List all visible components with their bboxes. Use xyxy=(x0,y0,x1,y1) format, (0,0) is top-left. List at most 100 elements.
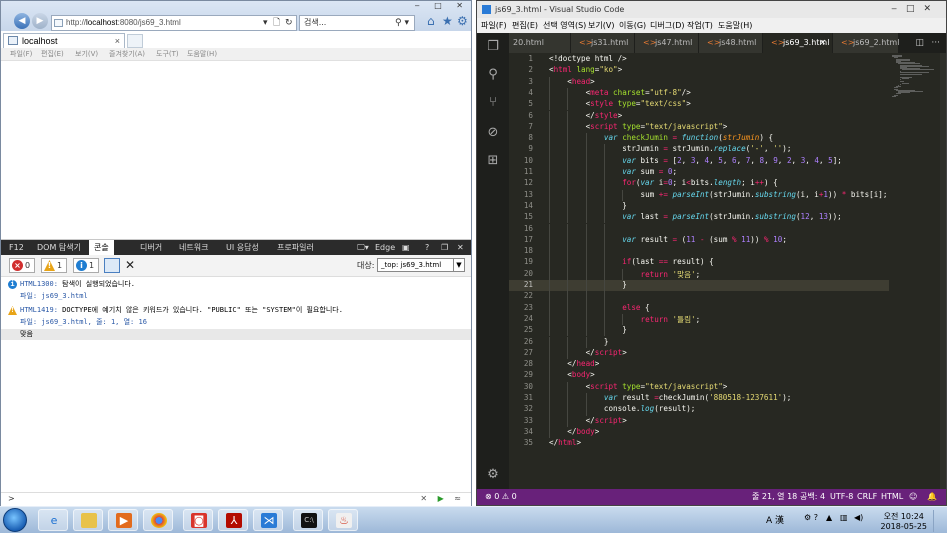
message-source[interactable]: 파일: js69_3.html xyxy=(20,291,88,301)
feedback-icon[interactable]: ☺ xyxy=(909,489,917,505)
tab-network[interactable]: 네트워크 xyxy=(179,242,208,253)
cursor-position[interactable]: 줄 21, 열 18 xyxy=(752,489,797,505)
code-line[interactable]: 10 var bits = [2, 3, 4, 5, 6, 7, 8, 9, 2,… xyxy=(509,155,889,167)
minimap[interactable] xyxy=(892,55,938,99)
code-line[interactable]: 21} xyxy=(509,280,889,292)
undock-icon[interactable]: ❐ xyxy=(441,242,448,253)
search-icon[interactable]: ⚲ xyxy=(485,67,501,83)
app-taskbar-icon[interactable]: ◙ xyxy=(183,509,213,531)
code-line[interactable]: 8 var checkJumin = function(strJumin) { xyxy=(509,133,889,145)
show-hidden-icons[interactable]: ▲ xyxy=(826,513,832,522)
code-line[interactable]: 33 </script> xyxy=(509,415,889,427)
code-line[interactable]: 25} xyxy=(509,325,889,337)
explorer-icon[interactable]: ❐ xyxy=(485,39,501,55)
address-bar[interactable]: http://localhost:8080/js69_3.html xyxy=(51,15,297,31)
forward-button[interactable]: ▶ xyxy=(32,13,48,29)
menu-help[interactable]: 도움말(H) xyxy=(718,20,752,31)
source-control-icon[interactable]: ⑂ xyxy=(485,95,501,111)
ie-taskbar-icon[interactable]: e xyxy=(38,509,68,531)
code-editor[interactable]: 1 <!doctype html /> 2 <html lang="ko"> 3 <hea… xyxy=(509,53,946,489)
search-dropdown-icon[interactable]: ▾ xyxy=(263,15,268,31)
code-line[interactable]: 32 console.log(result); xyxy=(509,404,889,416)
code-line[interactable]: 19 if(last == result) { xyxy=(509,257,889,269)
extensions-icon[interactable]: ⊞ xyxy=(485,153,501,169)
code-line[interactable]: 5 <style type="text/css"> xyxy=(509,99,889,111)
menu-tools[interactable]: 도구(T) xyxy=(156,49,179,59)
code-line[interactable]: 6 </style> xyxy=(509,110,889,122)
tab-console[interactable]: 콘솔 xyxy=(89,240,114,255)
code-line[interactable]: 20 return '맞음'; xyxy=(509,268,889,280)
code-line[interactable]: 2 <html lang="ko"> xyxy=(509,65,889,76)
code-line[interactable]: 7 <script type="text/javascript"> xyxy=(509,121,889,134)
code-line[interactable]: 35 </html> xyxy=(509,438,889,449)
help-icon[interactable]: ? xyxy=(425,242,429,253)
code-line[interactable]: 28 </head> xyxy=(509,359,889,371)
code-line[interactable]: 34 </body> xyxy=(509,426,889,439)
volume-icon[interactable]: ◀) xyxy=(854,513,863,522)
tab-debugger[interactable]: 디버거 xyxy=(140,242,162,253)
tab-ui-responsiveness[interactable]: UI 응답성 xyxy=(226,242,259,253)
java-taskbar-icon[interactable]: ♨ xyxy=(328,509,358,531)
chrome-taskbar-icon[interactable] xyxy=(143,509,173,531)
window-controls[interactable]: ‒□✕ xyxy=(891,1,940,18)
menu-favorites[interactable]: 즐겨찾기(A) xyxy=(109,49,145,59)
console-toggle-icon[interactable]: ▣ xyxy=(402,242,410,253)
code-line[interactable]: 22 xyxy=(509,291,889,303)
indentation[interactable]: 공백: 4 xyxy=(800,489,825,505)
run-icon[interactable]: ▶ xyxy=(438,494,444,503)
code-line[interactable]: 26} xyxy=(509,336,889,348)
menu-edit[interactable]: 편집(E) xyxy=(41,49,64,59)
clear-console-icon[interactable]: ✕ xyxy=(125,257,135,273)
more-icon[interactable]: ··· xyxy=(931,33,940,53)
tab-file[interactable]: <> js69_2.html xyxy=(833,33,899,53)
code-line[interactable]: 27 </script> xyxy=(509,347,889,360)
menu-file[interactable]: 파일(F) xyxy=(10,49,32,59)
search-icon[interactable]: ⚲ ▾ xyxy=(395,15,409,31)
code-line[interactable]: 16 xyxy=(509,223,889,235)
menu-tasks[interactable]: 작업(T) xyxy=(687,20,713,31)
close-icon[interactable]: ✕ xyxy=(457,242,464,253)
message-source[interactable]: 파일: js69_3.html, 줄: 1, 열: 16 xyxy=(20,317,147,327)
tab-file[interactable]: <> js48.html xyxy=(699,33,763,53)
info-filter[interactable]: i 1 xyxy=(73,258,100,273)
gear-icon[interactable]: ⚙ xyxy=(457,13,468,29)
filter-icon[interactable] xyxy=(104,258,120,273)
code-line[interactable]: 31 var result =checkJumin('880518-1237611… xyxy=(509,393,889,405)
encoding[interactable]: UTF-8 xyxy=(830,489,853,505)
editor-scrollbar[interactable] xyxy=(940,53,946,489)
debug-icon[interactable]: ⊘ xyxy=(485,125,501,141)
code-line[interactable]: 11 var sum = 0; xyxy=(509,167,889,179)
expand-icon[interactable]: ≈ xyxy=(454,494,461,503)
cmd-taskbar-icon[interactable]: C:\ xyxy=(293,509,323,531)
network-icon[interactable]: ▥ xyxy=(840,513,848,522)
code-line[interactable]: 9 strJumin = strJumin.replace('-', ''); xyxy=(509,144,889,156)
bell-icon[interactable]: 🔔 xyxy=(927,489,937,505)
menu-selection[interactable]: 선택 영역(S) xyxy=(543,20,586,31)
menu-view[interactable]: 보기(V) xyxy=(588,20,614,31)
code-line[interactable]: 18 xyxy=(509,246,889,258)
code-line[interactable]: 24 return '틀림'; xyxy=(509,313,889,326)
gear-icon[interactable]: ⚙ xyxy=(485,467,501,483)
close-icon[interactable]: × xyxy=(115,34,120,48)
explorer-taskbar-icon[interactable] xyxy=(73,509,103,531)
menu-file[interactable]: 파일(F) xyxy=(481,20,507,31)
tab-file[interactable]: <> js47.html xyxy=(635,33,699,53)
code-line[interactable]: 12 for(var i=0; i<bits.length; i++) { xyxy=(509,178,889,190)
back-button[interactable]: ◀ xyxy=(14,13,30,29)
code-line[interactable]: 4 <meta charset="utf-8"/> xyxy=(509,87,889,100)
split-editor-icon[interactable]: ◫ xyxy=(915,33,924,53)
tab-profiler[interactable]: 프로파일러 xyxy=(277,242,314,253)
ie-tab[interactable]: localhost × xyxy=(3,33,125,48)
compat-icon[interactable]: 🗋 xyxy=(273,15,280,31)
clock[interactable]: 오전 10:24 2018-05-25 xyxy=(881,512,928,532)
favorites-icon[interactable]: ★ xyxy=(442,13,453,29)
menu-go[interactable]: 이동(G) xyxy=(619,20,646,31)
menu-help[interactable]: 도움말(H) xyxy=(187,49,217,59)
close-icon[interactable]: ✕ xyxy=(819,33,826,53)
ime-indicator[interactable]: A 漢 xyxy=(766,513,784,526)
code-line[interactable]: 13 sum += parseInt(strJumin.substring(i, … xyxy=(509,189,889,201)
code-line[interactable]: 3 <head> xyxy=(509,76,889,88)
tab-file-active[interactable]: <> js69_3.html ✕ xyxy=(763,33,833,53)
tab-file[interactable]: <> js31.html xyxy=(571,33,635,53)
close-icon[interactable]: ✕ xyxy=(420,494,427,503)
